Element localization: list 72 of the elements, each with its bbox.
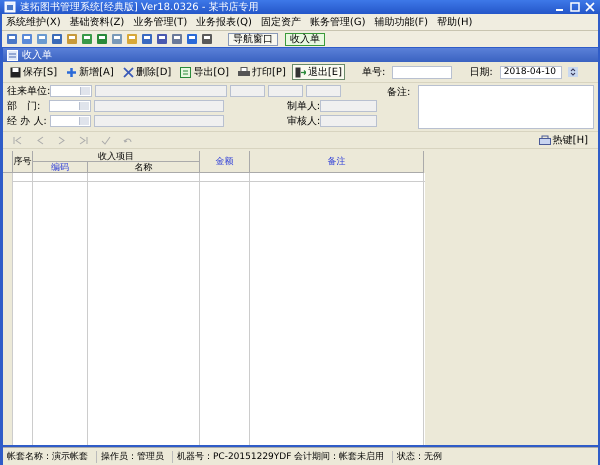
- first-icon[interactable]: [13, 136, 23, 144]
- field-label: 部 门:: [7, 100, 42, 113]
- sheet-icon: [180, 66, 192, 78]
- info-field: [306, 85, 341, 97]
- field-label: 审核人:: [286, 114, 317, 128]
- document-icon[interactable]: [186, 33, 198, 45]
- counterparty-dropdown[interactable]: [50, 85, 92, 97]
- form-icon: [7, 50, 18, 60]
- menu-item[interactable]: 业务报表(Q): [196, 15, 252, 29]
- next-icon[interactable]: [57, 136, 67, 144]
- document-icon[interactable]: [21, 33, 33, 45]
- number-field[interactable]: [392, 66, 452, 78]
- menu-item[interactable]: 固定资产: [260, 15, 301, 29]
- toolbar-button[interactable]: 保存[S]: [7, 64, 60, 80]
- field-label: 制单人:: [286, 100, 317, 113]
- undo-icon[interactable]: [123, 136, 133, 144]
- document-icon[interactable]: [96, 33, 108, 45]
- menu-item[interactable]: 帮助(H): [437, 15, 472, 29]
- maximize-icon[interactable]: [569, 1, 581, 13]
- printer-icon: [238, 66, 250, 78]
- document-icon[interactable]: [81, 33, 93, 45]
- document-icon[interactable]: [51, 33, 63, 45]
- department-dropdown[interactable]: [49, 100, 91, 112]
- field-label: 日期:: [469, 66, 493, 79]
- document-title: 收入单: [22, 48, 52, 62]
- document-icon[interactable]: [36, 33, 48, 45]
- document-icon[interactable]: [6, 33, 18, 45]
- field-label: 备注:: [387, 86, 410, 100]
- info-field: [230, 85, 265, 97]
- menu-item[interactable]: 账务管理(G): [310, 15, 366, 29]
- menu-item[interactable]: 系统维护(X): [6, 15, 61, 29]
- info-field: [268, 85, 303, 97]
- remark-field[interactable]: [418, 85, 594, 129]
- toolbar-button[interactable]: 退出[E]: [292, 64, 345, 80]
- menu-item[interactable]: 业务管理(T): [133, 15, 188, 29]
- window-tab[interactable]: 导航窗口: [228, 32, 278, 46]
- status-text: 机器号：PC-20151229YDF 会计期间：帐套未启用: [173, 450, 394, 462]
- document-icon[interactable]: [111, 33, 123, 45]
- app-icon: [4, 1, 16, 13]
- field-label: 经 办 人:: [7, 114, 47, 128]
- document-icon[interactable]: [171, 33, 183, 45]
- plus-icon: [66, 66, 78, 78]
- toolbar-button[interactable]: 新增[A]: [63, 64, 117, 80]
- status-text: 操作员：管理员: [97, 450, 173, 462]
- reviewer-field: [320, 115, 377, 127]
- date-field[interactable]: 2018-04-10: [500, 66, 562, 78]
- exit-icon: [294, 66, 306, 78]
- status-text: 帐套名称：演示帐套: [3, 450, 97, 462]
- spinner-icon[interactable]: [568, 67, 578, 77]
- menu-item[interactable]: 基础资料(Z): [70, 15, 124, 29]
- toolbar-button[interactable]: 打印[P]: [235, 64, 289, 80]
- hotkey-button[interactable]: 热键[H]: [538, 133, 588, 147]
- document-icon[interactable]: [156, 33, 168, 45]
- menu-item[interactable]: 辅助功能(F): [374, 15, 428, 29]
- field-label: 往来单位:: [7, 84, 47, 98]
- close-icon[interactable]: [584, 1, 596, 13]
- keyboard-icon: [538, 135, 551, 145]
- toolbar-button[interactable]: 删除[D]: [120, 64, 174, 80]
- window-title: 速拓图书管理系统[经典版] Ver18.0326 - 某书店专用: [20, 0, 259, 14]
- field-label: 单号:: [362, 66, 386, 79]
- document-icon[interactable]: [141, 33, 153, 45]
- column-header: 收入项目: [33, 151, 200, 162]
- check-icon[interactable]: [101, 136, 111, 144]
- status-text: 状态：无例: [396, 450, 444, 462]
- maker-field: [320, 100, 378, 112]
- prev-icon[interactable]: [35, 136, 45, 144]
- cross-icon: [122, 66, 134, 78]
- window-tab[interactable]: 收入单: [285, 32, 325, 46]
- toolbar-button[interactable]: 导出[O]: [177, 64, 232, 80]
- last-icon[interactable]: [79, 136, 89, 144]
- document-icon[interactable]: [201, 33, 213, 45]
- handler-dropdown[interactable]: [50, 115, 92, 127]
